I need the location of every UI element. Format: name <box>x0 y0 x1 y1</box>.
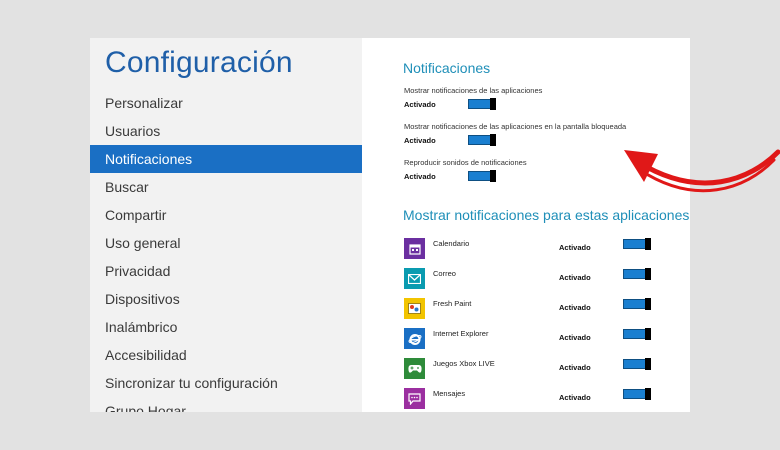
app-name: Internet Explorer <box>433 329 489 338</box>
menu-item-sincronizar[interactable]: Sincronizar tu configuración <box>90 369 362 397</box>
app-name: Juegos Xbox LIVE <box>433 359 495 368</box>
app-state-label: Activado <box>559 243 591 252</box>
settings-menu: Personalizar Usuarios Notificaciones Bus… <box>90 89 362 412</box>
setting-show-app-notifications: Mostrar notificaciones de las aplicacion… <box>404 86 684 112</box>
toggle-thumb <box>490 170 496 182</box>
menu-item-usuarios[interactable]: Usuarios <box>90 117 362 145</box>
toggle-thumb <box>645 238 651 250</box>
page-title: Configuración <box>105 46 293 79</box>
app-name: Correo <box>433 269 456 278</box>
app-row-fresh-paint: Fresh Paint Activado <box>404 298 684 320</box>
mail-icon <box>404 268 425 289</box>
app-row-mensajes: Mensajes Activado <box>404 388 684 410</box>
setting-description: Mostrar notificaciones de las aplicacion… <box>404 86 543 95</box>
menu-item-notificaciones[interactable]: Notificaciones <box>90 145 362 173</box>
toggle-thumb <box>490 134 496 146</box>
toggle-switch[interactable] <box>623 328 651 340</box>
menu-item-inalambrico[interactable]: Inalámbrico <box>90 313 362 341</box>
annotation-arrow-icon <box>624 149 780 193</box>
app-name: Mensajes <box>433 389 466 398</box>
app-name: Calendario <box>433 239 470 248</box>
ie-icon <box>404 328 425 349</box>
calendar-icon <box>404 238 425 259</box>
app-row-calendario: Calendario Activado <box>404 238 684 260</box>
paint-icon <box>404 298 425 319</box>
app-row-correo: Correo Activado <box>404 268 684 290</box>
menu-item-uso-general[interactable]: Uso general <box>90 229 362 257</box>
app-name: Fresh Paint <box>433 299 472 308</box>
toggle-thumb <box>645 268 651 280</box>
menu-item-compartir[interactable]: Compartir <box>90 201 362 229</box>
setting-state-label: Activado <box>404 136 436 145</box>
toggle-switch[interactable] <box>623 238 651 250</box>
app-state-label: Activado <box>559 363 591 372</box>
app-state-label: Activado <box>559 273 591 282</box>
toggle-switch[interactable] <box>623 358 651 370</box>
toggle-switch[interactable] <box>468 170 496 182</box>
menu-item-personalizar[interactable]: Personalizar <box>90 89 362 117</box>
app-row-juegos-xbox-live: Juegos Xbox LIVE Activado <box>404 358 684 380</box>
toggle-thumb <box>645 388 651 400</box>
message-icon <box>404 388 425 409</box>
toggle-switch[interactable] <box>623 268 651 280</box>
toggle-thumb <box>645 328 651 340</box>
menu-item-accesibilidad[interactable]: Accesibilidad <box>90 341 362 369</box>
toggle-thumb <box>645 298 651 310</box>
toggle-switch[interactable] <box>623 298 651 310</box>
toggle-switch[interactable] <box>623 388 651 400</box>
setting-state-label: Activado <box>404 100 436 109</box>
toggle-switch[interactable] <box>468 134 496 146</box>
settings-left-pane: Configuración Personalizar Usuarios Noti… <box>90 38 362 412</box>
toggle-switch[interactable] <box>468 98 496 110</box>
menu-item-buscar[interactable]: Buscar <box>90 173 362 201</box>
gamepad-icon <box>404 358 425 379</box>
app-row-internet-explorer: Internet Explorer Activado <box>404 328 684 350</box>
toggle-thumb <box>490 98 496 110</box>
app-state-label: Activado <box>559 393 591 402</box>
menu-item-grupo-hogar[interactable]: Grupo Hogar <box>90 397 362 412</box>
setting-state-label: Activado <box>404 172 436 181</box>
app-state-label: Activado <box>559 303 591 312</box>
menu-item-privacidad[interactable]: Privacidad <box>90 257 362 285</box>
app-state-label: Activado <box>559 333 591 342</box>
menu-item-dispositivos[interactable]: Dispositivos <box>90 285 362 313</box>
section-title: Notificaciones <box>403 60 491 76</box>
toggle-thumb <box>645 358 651 370</box>
